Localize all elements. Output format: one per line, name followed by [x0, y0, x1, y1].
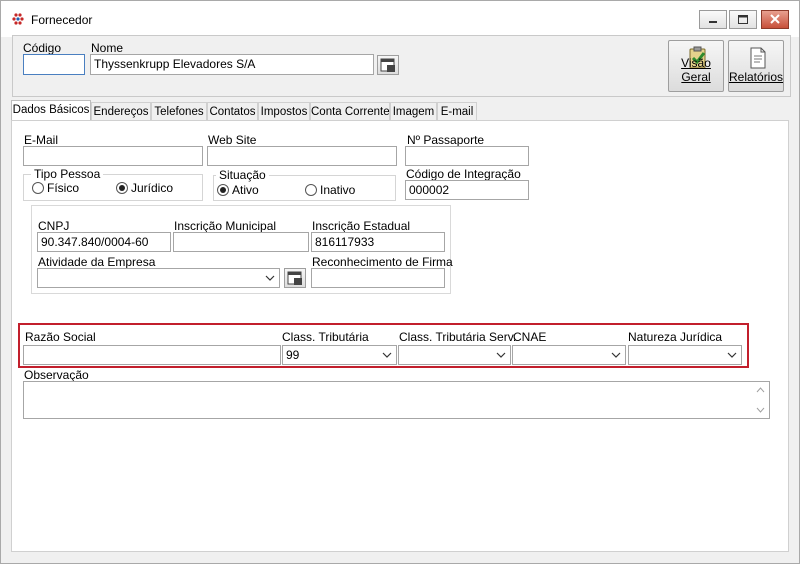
minimize-icon	[709, 21, 717, 23]
inscricao-estadual-input[interactable]: 816117933	[311, 232, 445, 252]
tab-conta-corrente[interactable]: Conta Corrente	[310, 102, 390, 121]
tab-enderecos[interactable]: Endereços	[91, 102, 151, 121]
chevron-down-icon	[496, 352, 506, 358]
tab-impostos[interactable]: Impostos	[258, 102, 310, 121]
tab-dados-basicos[interactable]: Dados Básicos	[11, 100, 91, 122]
tipo-pessoa-label: Tipo Pessoa	[31, 167, 104, 181]
observacao-textarea[interactable]	[23, 381, 770, 419]
cnae-label: CNAE	[513, 330, 547, 344]
class-tributaria-select[interactable]: 99	[282, 345, 397, 365]
window-title: Fornecedor	[31, 13, 93, 27]
inscricao-municipal-label: Inscrição Municipal	[174, 219, 277, 233]
atividade-lookup-button[interactable]	[284, 268, 306, 288]
visao-geral-button[interactable]: Visão Geral	[668, 40, 724, 92]
tab-email[interactable]: E-mail	[437, 102, 477, 121]
relatorios-label: Relatórios	[729, 70, 784, 84]
tab-telefones[interactable]: Telefones	[151, 102, 207, 121]
close-button[interactable]	[761, 10, 789, 29]
reconhecimento-input[interactable]	[311, 268, 445, 288]
chevron-down-icon	[727, 352, 737, 358]
class-tributaria-value: 99	[286, 348, 300, 362]
title-bar: Fornecedor	[1, 1, 799, 37]
tab-contatos[interactable]: Contatos	[207, 102, 258, 121]
cnpj-label: CNPJ	[38, 219, 70, 233]
maximize-icon	[738, 15, 748, 24]
reconhecimento-label: Reconhecimento de Firma	[312, 255, 453, 269]
observacao-label: Observação	[24, 368, 89, 382]
chevron-down-icon	[611, 352, 621, 358]
atividade-label: Atividade da Empresa	[38, 255, 156, 269]
observacao-scrollbar[interactable]	[753, 383, 768, 417]
codigo-integracao-input[interactable]: 000002	[405, 180, 529, 200]
passaporte-input[interactable]	[405, 146, 529, 166]
relatorios-button[interactable]: Relatórios	[728, 40, 784, 92]
class-tributaria-serv-label: Class. Tributária Serv.	[399, 330, 517, 344]
report-icon	[750, 47, 766, 69]
website-label: Web Site	[208, 133, 257, 147]
lookup-icon	[287, 271, 302, 285]
passaporte-label: Nº Passaporte	[407, 133, 485, 147]
tab-imagem[interactable]: Imagem	[390, 102, 437, 121]
close-icon	[770, 14, 780, 24]
inscricao-estadual-label: Inscrição Estadual	[312, 219, 411, 233]
codigo-label: Código	[23, 41, 62, 55]
website-input[interactable]	[207, 146, 397, 166]
razao-social-input[interactable]	[23, 345, 281, 365]
nome-label: Nome	[91, 41, 124, 55]
app-icon	[12, 13, 24, 25]
juridico-label: Jurídico	[131, 181, 174, 195]
inativo-label: Inativo	[320, 183, 356, 197]
maximize-button[interactable]	[729, 10, 757, 29]
class-tributaria-serv-select[interactable]	[398, 345, 511, 365]
nome-search-button[interactable]	[377, 55, 399, 75]
inativo-radio[interactable]	[305, 184, 317, 196]
codigo-input[interactable]	[23, 54, 85, 75]
cnae-select[interactable]	[512, 345, 626, 365]
chevron-down-icon	[382, 352, 392, 358]
minimize-button[interactable]	[699, 10, 727, 29]
email-label: E-Mail	[24, 133, 59, 147]
cnpj-input[interactable]: 90.347.840/0004-60	[37, 232, 171, 252]
razao-social-label: Razão Social	[25, 330, 96, 344]
class-tributaria-label: Class. Tributária	[282, 330, 369, 344]
natureza-juridica-select[interactable]	[628, 345, 742, 365]
chevron-down-icon	[265, 275, 275, 281]
ativo-label: Ativo	[232, 183, 259, 197]
juridico-radio[interactable]	[116, 182, 128, 194]
situacao-label: Situação	[216, 168, 269, 182]
atividade-select[interactable]	[37, 268, 280, 288]
nome-input[interactable]: Thyssenkrupp Elevadores S/A	[90, 54, 374, 75]
email-input[interactable]	[23, 146, 203, 166]
ativo-radio[interactable]	[217, 184, 229, 196]
scroll-arrows-icon	[756, 387, 765, 413]
inscricao-municipal-input[interactable]	[173, 232, 309, 252]
fornecedor-window: Fornecedor Código Nome Thyssenkrupp Elev…	[0, 0, 800, 564]
codigo-integracao-label: Código de Integração	[406, 167, 521, 181]
natureza-juridica-label: Natureza Jurídica	[628, 330, 723, 344]
visao-geral-label: Visão Geral	[681, 56, 711, 84]
fisico-label: Físico	[47, 181, 80, 195]
fisico-radio[interactable]	[32, 182, 44, 194]
lookup-icon	[380, 58, 395, 72]
